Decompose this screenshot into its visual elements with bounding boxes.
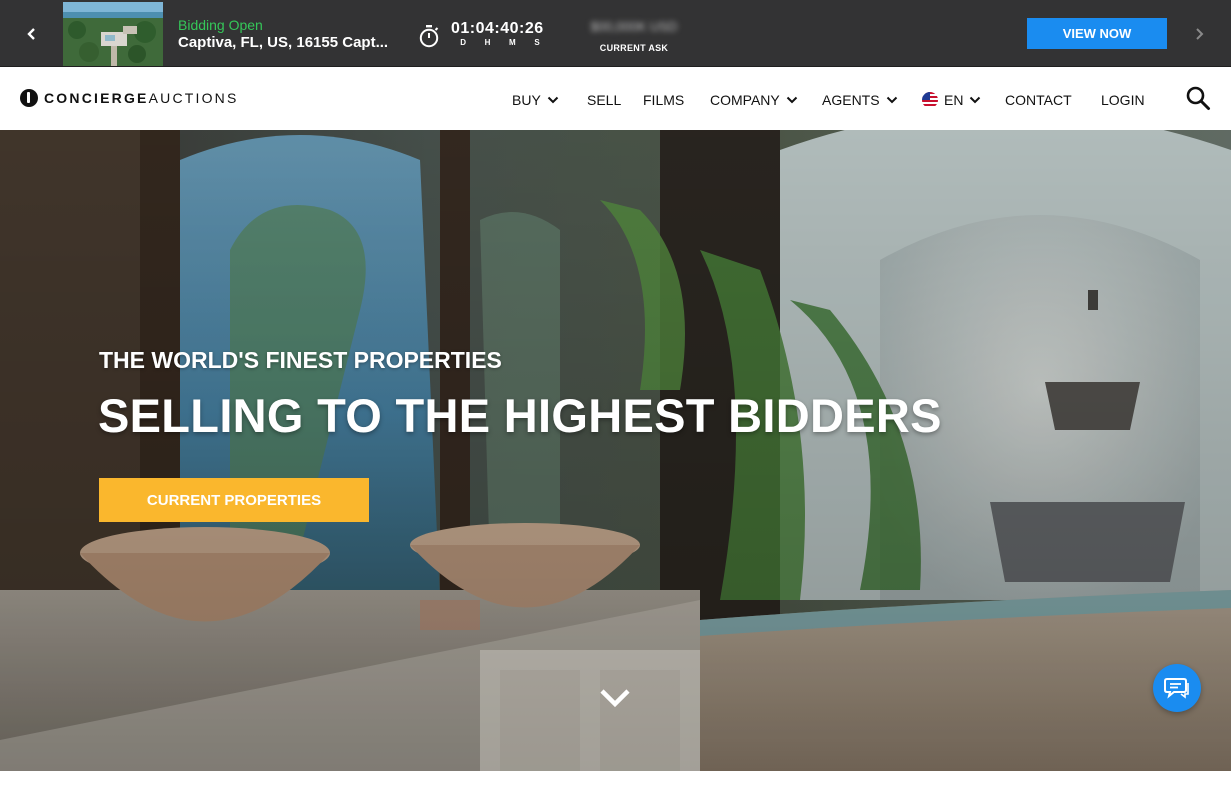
chevron-right-icon xyxy=(1196,27,1204,40)
hero-background-image xyxy=(0,130,1231,771)
nav-buy-label: BUY xyxy=(512,92,541,108)
hero-headline: SELLING TO THE HIGHEST BIDDERS xyxy=(98,389,942,442)
current-ask-label: CURRENT ASK xyxy=(599,43,669,53)
bidding-status: Bidding Open xyxy=(178,17,263,33)
logo-mark-icon xyxy=(20,89,38,107)
nav-login-label: LOGIN xyxy=(1101,92,1145,108)
ticker-prev-button[interactable] xyxy=(12,0,52,67)
property-address[interactable]: Captiva, FL, US, 16155 Capt... xyxy=(178,34,388,51)
hero-banner: THE WORLD'S FINEST PROPERTIES SELLING TO… xyxy=(0,130,1231,771)
nav-sell-label: SELL xyxy=(587,92,622,108)
unit-hours: H xyxy=(484,38,491,47)
logo-word-bold: CONCIERGE xyxy=(44,90,149,106)
nav-contact[interactable]: CONTACT xyxy=(1005,92,1072,108)
chat-bubble-icon xyxy=(1164,678,1189,699)
logo-wordmark: CONCIERGEAUCTIONS xyxy=(44,90,239,106)
aerial-property-image xyxy=(63,2,163,66)
nav-language-label: EN xyxy=(944,92,964,108)
hero-kicker: THE WORLD'S FINEST PROPERTIES xyxy=(99,347,502,373)
property-thumbnail[interactable] xyxy=(63,2,163,66)
unit-days: D xyxy=(460,38,467,47)
ticker-next-button[interactable] xyxy=(1179,0,1219,67)
chevron-down-icon xyxy=(886,96,897,104)
logo-word-light: AUCTIONS xyxy=(148,90,239,106)
nav-company-label: COMPANY xyxy=(710,92,780,108)
chat-button[interactable] xyxy=(1153,664,1201,712)
nav-buy[interactable]: BUY xyxy=(512,92,559,108)
concierge-auctions-logo[interactable]: CONCIERGEAUCTIONS xyxy=(20,89,239,107)
chevron-down-icon xyxy=(970,96,981,104)
auction-ticker-bar: Bidding Open Captiva, FL, US, 16155 Capt… xyxy=(0,0,1231,67)
nav-films[interactable]: FILMS xyxy=(643,92,684,108)
nav-agents[interactable]: AGENTS xyxy=(822,92,898,108)
search-icon[interactable] xyxy=(1185,85,1211,111)
unit-seconds: S xyxy=(534,38,540,47)
view-now-button[interactable]: VIEW NOW xyxy=(1027,18,1167,49)
nav-login[interactable]: LOGIN xyxy=(1101,92,1145,108)
countdown-timer: 01:04:40:26 xyxy=(451,20,544,37)
current-properties-button[interactable]: CURRENT PROPERTIES xyxy=(99,478,369,522)
chevron-down-icon[interactable] xyxy=(598,685,632,711)
nav-contact-label: CONTACT xyxy=(1005,92,1072,108)
chevron-down-icon xyxy=(547,96,559,104)
nav-language-selector[interactable]: EN xyxy=(922,92,981,108)
us-flag-icon xyxy=(922,92,938,108)
current-ask-value: $00,000K USD xyxy=(590,19,678,34)
stopwatch-icon xyxy=(419,25,439,48)
chevron-down-icon xyxy=(786,96,797,104)
nav-sell[interactable]: SELL xyxy=(587,92,621,108)
nav-company[interactable]: COMPANY xyxy=(710,92,798,108)
unit-minutes: M xyxy=(509,38,516,47)
nav-agents-label: AGENTS xyxy=(822,92,880,108)
nav-films-label: FILMS xyxy=(643,92,685,108)
countdown-units: D H M S xyxy=(451,38,549,47)
chevron-left-icon xyxy=(27,27,35,40)
main-navigation: CONCIERGEAUCTIONS BUY SELL FILMS COMPANY… xyxy=(0,68,1231,130)
